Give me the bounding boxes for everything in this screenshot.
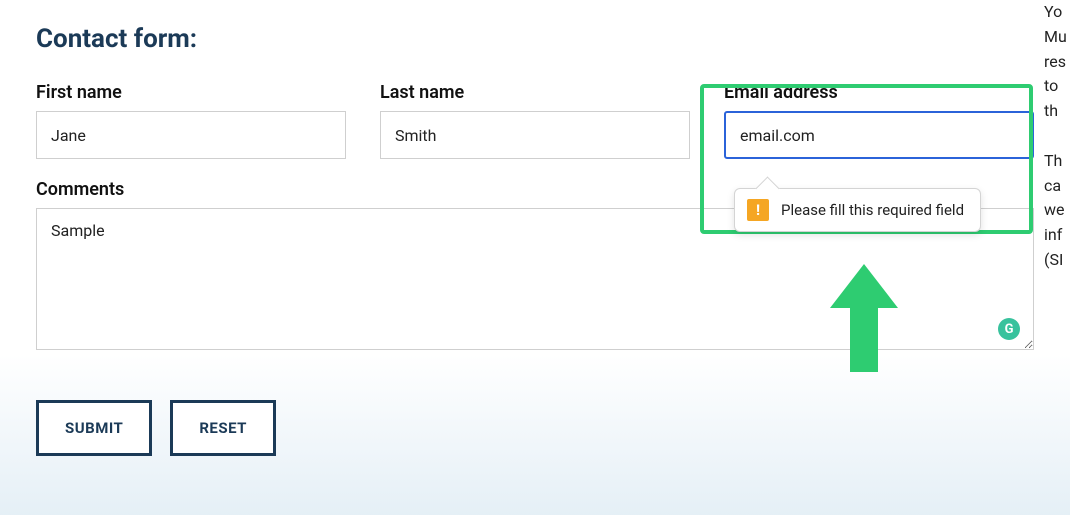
warning-icon: ! — [747, 199, 769, 221]
first-name-field: First name — [36, 82, 346, 159]
contact-form-page: Contact form: First name Last name Email… — [0, 0, 1070, 515]
form-title: Contact form: — [36, 24, 1034, 54]
email-label: Email address — [724, 82, 1034, 103]
side-article-text: Yo Mu res to th Th ca we inf (SI — [1044, 0, 1070, 273]
reset-button[interactable]: RESET — [170, 400, 276, 456]
email-field: Email address — [724, 82, 1034, 159]
grammarly-icon[interactable]: G — [998, 318, 1020, 340]
last-name-label: Last name — [380, 82, 690, 103]
last-name-input[interactable] — [380, 111, 690, 159]
submit-button[interactable]: SUBMIT — [36, 400, 152, 456]
first-name-label: First name — [36, 82, 346, 103]
name-email-row: First name Last name Email address — [36, 82, 1034, 159]
last-name-field: Last name — [380, 82, 690, 159]
validation-tooltip: ! Please fill this required field — [734, 188, 981, 232]
validation-message: Please fill this required field — [781, 201, 964, 219]
button-row: SUBMIT RESET — [36, 400, 1034, 456]
first-name-input[interactable] — [36, 111, 346, 159]
email-input[interactable] — [724, 111, 1034, 159]
